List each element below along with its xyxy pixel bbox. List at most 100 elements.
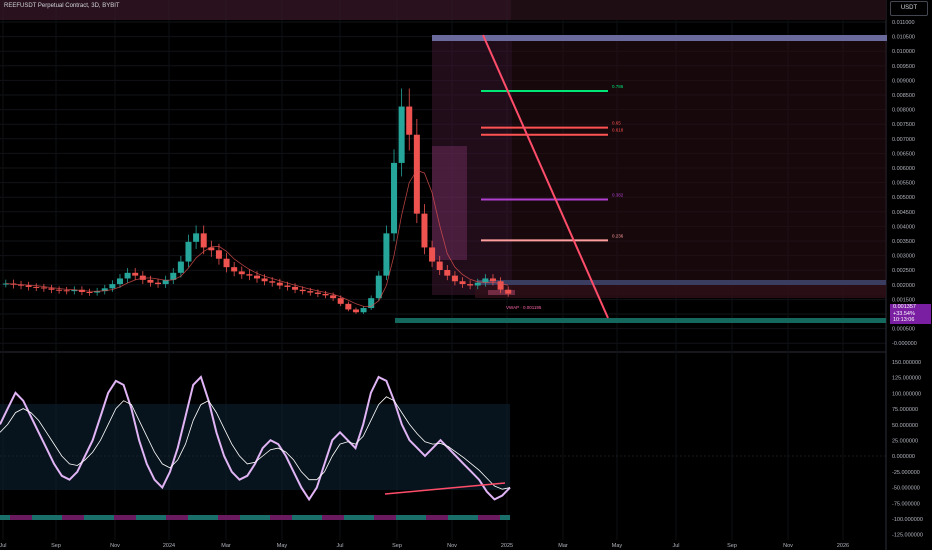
osc-tick-label: 100.000000 xyxy=(892,391,921,397)
candle-body xyxy=(489,278,496,282)
fib-label: 0.786 xyxy=(612,84,624,89)
candle-body xyxy=(322,293,329,296)
candle-body xyxy=(193,233,200,242)
osc-tick-label: -75.000000 xyxy=(892,501,920,507)
time-tick-label: Mar xyxy=(558,543,568,549)
candle-body xyxy=(360,308,367,313)
time-tick-label: May xyxy=(612,543,623,549)
price-tick-label: 0.010500 xyxy=(892,35,915,41)
candle-body xyxy=(253,275,261,279)
time-tick-label: May xyxy=(277,543,288,549)
candle-body xyxy=(238,271,245,275)
price-badge-line: 10:13:06 xyxy=(890,317,931,324)
chart-canvas[interactable]: 0.7860.650.6180.3820.236VWAP · 0.001195 … xyxy=(0,0,932,550)
osc-histogram-segment xyxy=(166,515,188,520)
currency-button[interactable]: USDT xyxy=(890,1,928,16)
candle-body xyxy=(269,281,276,283)
osc-histogram-segment xyxy=(10,515,32,520)
price-tick-label: 0.001500 xyxy=(892,297,915,303)
candle-body xyxy=(383,233,390,276)
osc-tick-label: -100.000000 xyxy=(892,517,923,523)
time-tick-label: 2026 xyxy=(837,543,849,549)
candle-body xyxy=(307,291,314,293)
candle-body xyxy=(330,295,337,299)
osc-tick-label: 25.000000 xyxy=(892,439,918,445)
time-tick-label: 2025 xyxy=(501,543,513,549)
candle-body xyxy=(63,290,70,292)
time-tick-label: Nov xyxy=(447,543,457,549)
price-tick-label: 0.007500 xyxy=(892,122,915,128)
candle-body xyxy=(86,291,93,293)
time-tick-label: Jul xyxy=(672,543,679,549)
time-tick-label: Sep xyxy=(727,543,737,549)
candle-body xyxy=(474,282,481,286)
candle-body xyxy=(56,289,63,291)
osc-histogram-segment xyxy=(218,515,240,520)
candle-body xyxy=(155,282,162,285)
price-tick-label: -0.000000 xyxy=(892,341,917,347)
candle-body xyxy=(467,284,474,286)
candle-body xyxy=(231,267,238,272)
candle-body xyxy=(345,303,352,310)
price-tick-label: 0.002000 xyxy=(892,283,915,289)
osc-tick-label: -125.000000 xyxy=(892,533,923,539)
candle-body xyxy=(276,282,283,286)
time-tick-label: Sep xyxy=(392,543,402,549)
fib-label: 0.382 xyxy=(612,193,624,198)
osc-histogram-segment xyxy=(374,515,396,520)
price-tick-label: 0.011000 xyxy=(892,20,915,26)
price-tick-label: 0.002500 xyxy=(892,268,915,274)
candle-body xyxy=(33,286,40,288)
osc-tick-label: 0.000000 xyxy=(892,454,915,460)
candle-body xyxy=(246,274,253,276)
candle-body xyxy=(497,281,504,290)
price-tick-label: 0.003000 xyxy=(892,254,915,260)
candle-body xyxy=(299,289,306,292)
price-tick-label: 0.004500 xyxy=(892,210,915,216)
candle-body xyxy=(116,278,123,285)
osc-tick-label: 75.000000 xyxy=(892,407,918,413)
price-tick-label: 0.007000 xyxy=(892,137,915,143)
osc-histogram-segment xyxy=(322,515,344,520)
candle-body xyxy=(436,261,443,270)
candle-body xyxy=(109,284,116,289)
price-tick-label: 0.000500 xyxy=(892,327,915,333)
candle-body xyxy=(429,247,436,262)
price-tick-label: 0.009000 xyxy=(892,78,915,84)
price-tick-label: 0.005000 xyxy=(892,195,915,201)
fib-label: 0.236 xyxy=(612,233,624,238)
candle-body xyxy=(375,275,382,299)
osc-histogram-segment xyxy=(478,515,500,520)
candle-body xyxy=(40,287,47,289)
candle-body xyxy=(451,275,458,282)
osc-histogram-segment xyxy=(270,515,292,520)
osc-tick-label: 125.000000 xyxy=(892,376,921,382)
price-tick-label: 0.009500 xyxy=(892,64,915,70)
price-tick-label: 0.006000 xyxy=(892,166,915,172)
osc-tick-label: -25.000000 xyxy=(892,470,920,476)
candle-body xyxy=(124,272,131,279)
fib-label: 0.65 xyxy=(612,121,621,126)
osc-histogram-segment xyxy=(114,515,136,520)
candle-body xyxy=(185,241,192,262)
price-tick-label: 0.004000 xyxy=(892,224,915,230)
candle-body xyxy=(444,270,451,276)
candle-body xyxy=(406,106,413,135)
price-tick-label: 0.008000 xyxy=(892,108,915,114)
osc-histogram-segment xyxy=(62,515,84,520)
candle-body xyxy=(337,298,344,304)
time-tick-label: 2024 xyxy=(163,543,175,549)
candle-body xyxy=(147,279,154,283)
candle-body xyxy=(132,272,139,276)
candle-body xyxy=(352,309,359,313)
price-tick-label: 0.005500 xyxy=(892,181,915,187)
candle-body xyxy=(215,250,222,259)
candle-body xyxy=(48,288,55,290)
vwap-label: VWAP · 0.001195 xyxy=(506,305,542,310)
candle-body xyxy=(292,286,299,290)
time-tick-label: Jul xyxy=(0,543,7,549)
time-tick-label: Mar xyxy=(221,543,231,549)
time-tick-label: Jul xyxy=(336,543,343,549)
osc-tick-label: 150.000000 xyxy=(892,360,921,366)
candle-body xyxy=(261,278,268,282)
